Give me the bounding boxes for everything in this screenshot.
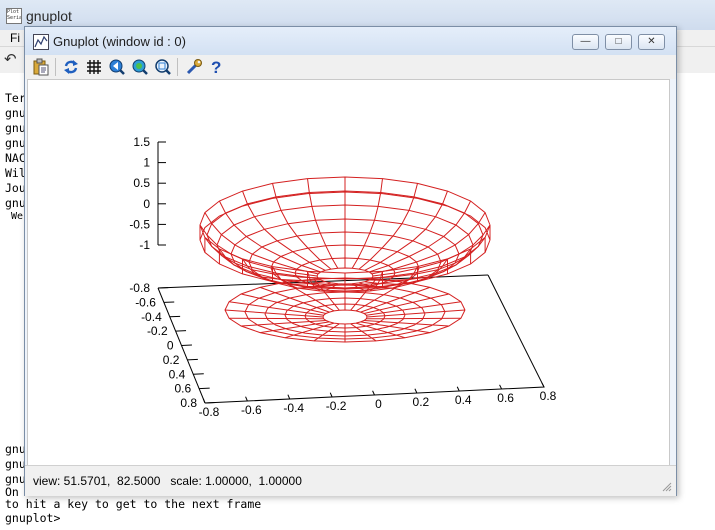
- z-tick-label: -1: [139, 238, 150, 252]
- x-tick: [202, 398, 206, 404]
- gnuplot-window-title: Gnuplot (window id : 0): [53, 34, 186, 49]
- x-tick: [456, 386, 460, 392]
- z-tick-label: 0: [143, 197, 150, 211]
- svg-text:?: ?: [211, 58, 221, 76]
- toolbar-separator: [55, 58, 56, 76]
- y-tick-label: 0: [167, 339, 174, 353]
- gnuplot-window-titlebar[interactable]: Gnuplot (window id : 0) — □ ✕: [25, 27, 676, 55]
- axes-group: -1-0.500.511.5-0.8 -0.6 -0.4 -0.2 0 0.2 0.4 0.6…: [129, 135, 556, 419]
- z-tick-label: 1: [143, 156, 150, 170]
- x-tick-label: 0: [375, 397, 382, 411]
- x-tick-label: 0.2: [413, 395, 430, 409]
- x-tick-label: -0.6: [241, 403, 262, 417]
- zoom-next-icon[interactable]: [131, 58, 149, 76]
- y-tick-label: 0.8: [180, 396, 197, 410]
- options-icon[interactable]: [185, 58, 203, 76]
- console-prompt: gnuplot>: [5, 511, 61, 525]
- x-tick: [414, 388, 418, 394]
- gnuplot-window: Gnuplot (window id : 0) — □ ✕ ? -1 -0.5 …: [24, 26, 677, 496]
- y-tick-label: 0.4: [169, 367, 186, 381]
- surface-lower-spoke: [240, 293, 327, 314]
- x-tick-label: -0.8: [199, 405, 220, 419]
- console-line: Wil: [5, 166, 26, 180]
- resize-grip-icon[interactable]: [662, 482, 672, 492]
- x-tick-label: -0.4: [283, 401, 304, 415]
- console-line: Ter: [5, 91, 26, 105]
- x-tick-label: -0.2: [326, 399, 347, 413]
- surface-lower-spoke: [229, 317, 324, 320]
- console-line: NAC: [5, 151, 26, 165]
- y-tick: [204, 402, 216, 404]
- gnuplot-app-icon: PlotSerial: [6, 8, 22, 24]
- console-line: We: [5, 211, 24, 222]
- maximize-button[interactable]: □: [605, 34, 632, 50]
- x-tick: [329, 392, 333, 398]
- copy-clipboard-icon[interactable]: [32, 58, 50, 76]
- console-line: gnu: [5, 106, 26, 120]
- surface-upper-spoke: [219, 248, 321, 282]
- console-line: gnu: [5, 136, 26, 150]
- console-line: gnu: [5, 121, 26, 135]
- y-tick-label: 0.6: [174, 382, 191, 396]
- y-tick-label: 0.2: [163, 353, 180, 367]
- unzoom-icon[interactable]: [154, 58, 172, 76]
- x-tick-label: 0.8: [540, 389, 557, 403]
- y-tick-label: -0.8: [129, 281, 150, 295]
- console-title: gnuplot: [26, 8, 72, 24]
- console-line: Jou: [5, 181, 26, 195]
- z-tick-label: -0.5: [129, 217, 150, 231]
- console-line: gnu: [5, 457, 26, 471]
- zoom-previous-icon[interactable]: [108, 58, 126, 76]
- x-tick: [287, 394, 291, 400]
- surface-plot: -1-0.500.511.5-0.8 -0.6 -0.4 -0.2 0 0.2 0.4 0.6…: [129, 135, 556, 419]
- close-button[interactable]: ✕: [638, 34, 665, 50]
- x-tick: [541, 382, 545, 388]
- gnuplot-toolbar: ?: [25, 55, 676, 79]
- y-tick-label: -0.2: [147, 324, 168, 338]
- toolbar-separator: [177, 58, 178, 76]
- y-tick-label: -0.4: [141, 310, 162, 324]
- menu-file[interactable]: Fi: [10, 31, 20, 45]
- surface-lower-ring: [322, 309, 368, 325]
- status-bar: view: 51.5701, 82.5000 scale: 1.00000, 1…: [25, 465, 676, 496]
- plot-canvas[interactable]: -1 -0.5 0 0.5 1 1.5 -0.8 -0.6 -0.4 -0.2 0 0.2 0.4 0.6…: [27, 79, 670, 466]
- help-icon[interactable]: ?: [207, 58, 225, 77]
- z-tick-label: 0.5: [133, 176, 150, 190]
- minimize-button[interactable]: —: [572, 34, 599, 50]
- replot-icon[interactable]: [62, 58, 80, 76]
- x-tick-label: 0.6: [497, 391, 514, 405]
- surface-lower-spoke: [366, 317, 461, 320]
- status-view-scale: view: 51.5701, 82.5000 scale: 1.00000, 1…: [33, 474, 302, 488]
- surface-mesh: [199, 176, 491, 343]
- gnuplot-window-icon: [33, 34, 49, 50]
- grid-icon[interactable]: [85, 58, 103, 76]
- z-tick-label: 1.5: [133, 135, 150, 149]
- x-tick: [245, 396, 248, 402]
- surface-upper-spoke: [369, 248, 471, 282]
- x-tick: [372, 390, 375, 396]
- x-tick: [499, 384, 503, 390]
- console-line: gnu: [5, 442, 26, 456]
- surface-lower-spoke: [363, 293, 450, 314]
- y-tick-label: -0.6: [135, 295, 156, 309]
- undo-icon[interactable]: ↶: [4, 50, 17, 68]
- x-tick-label: 0.4: [455, 393, 472, 407]
